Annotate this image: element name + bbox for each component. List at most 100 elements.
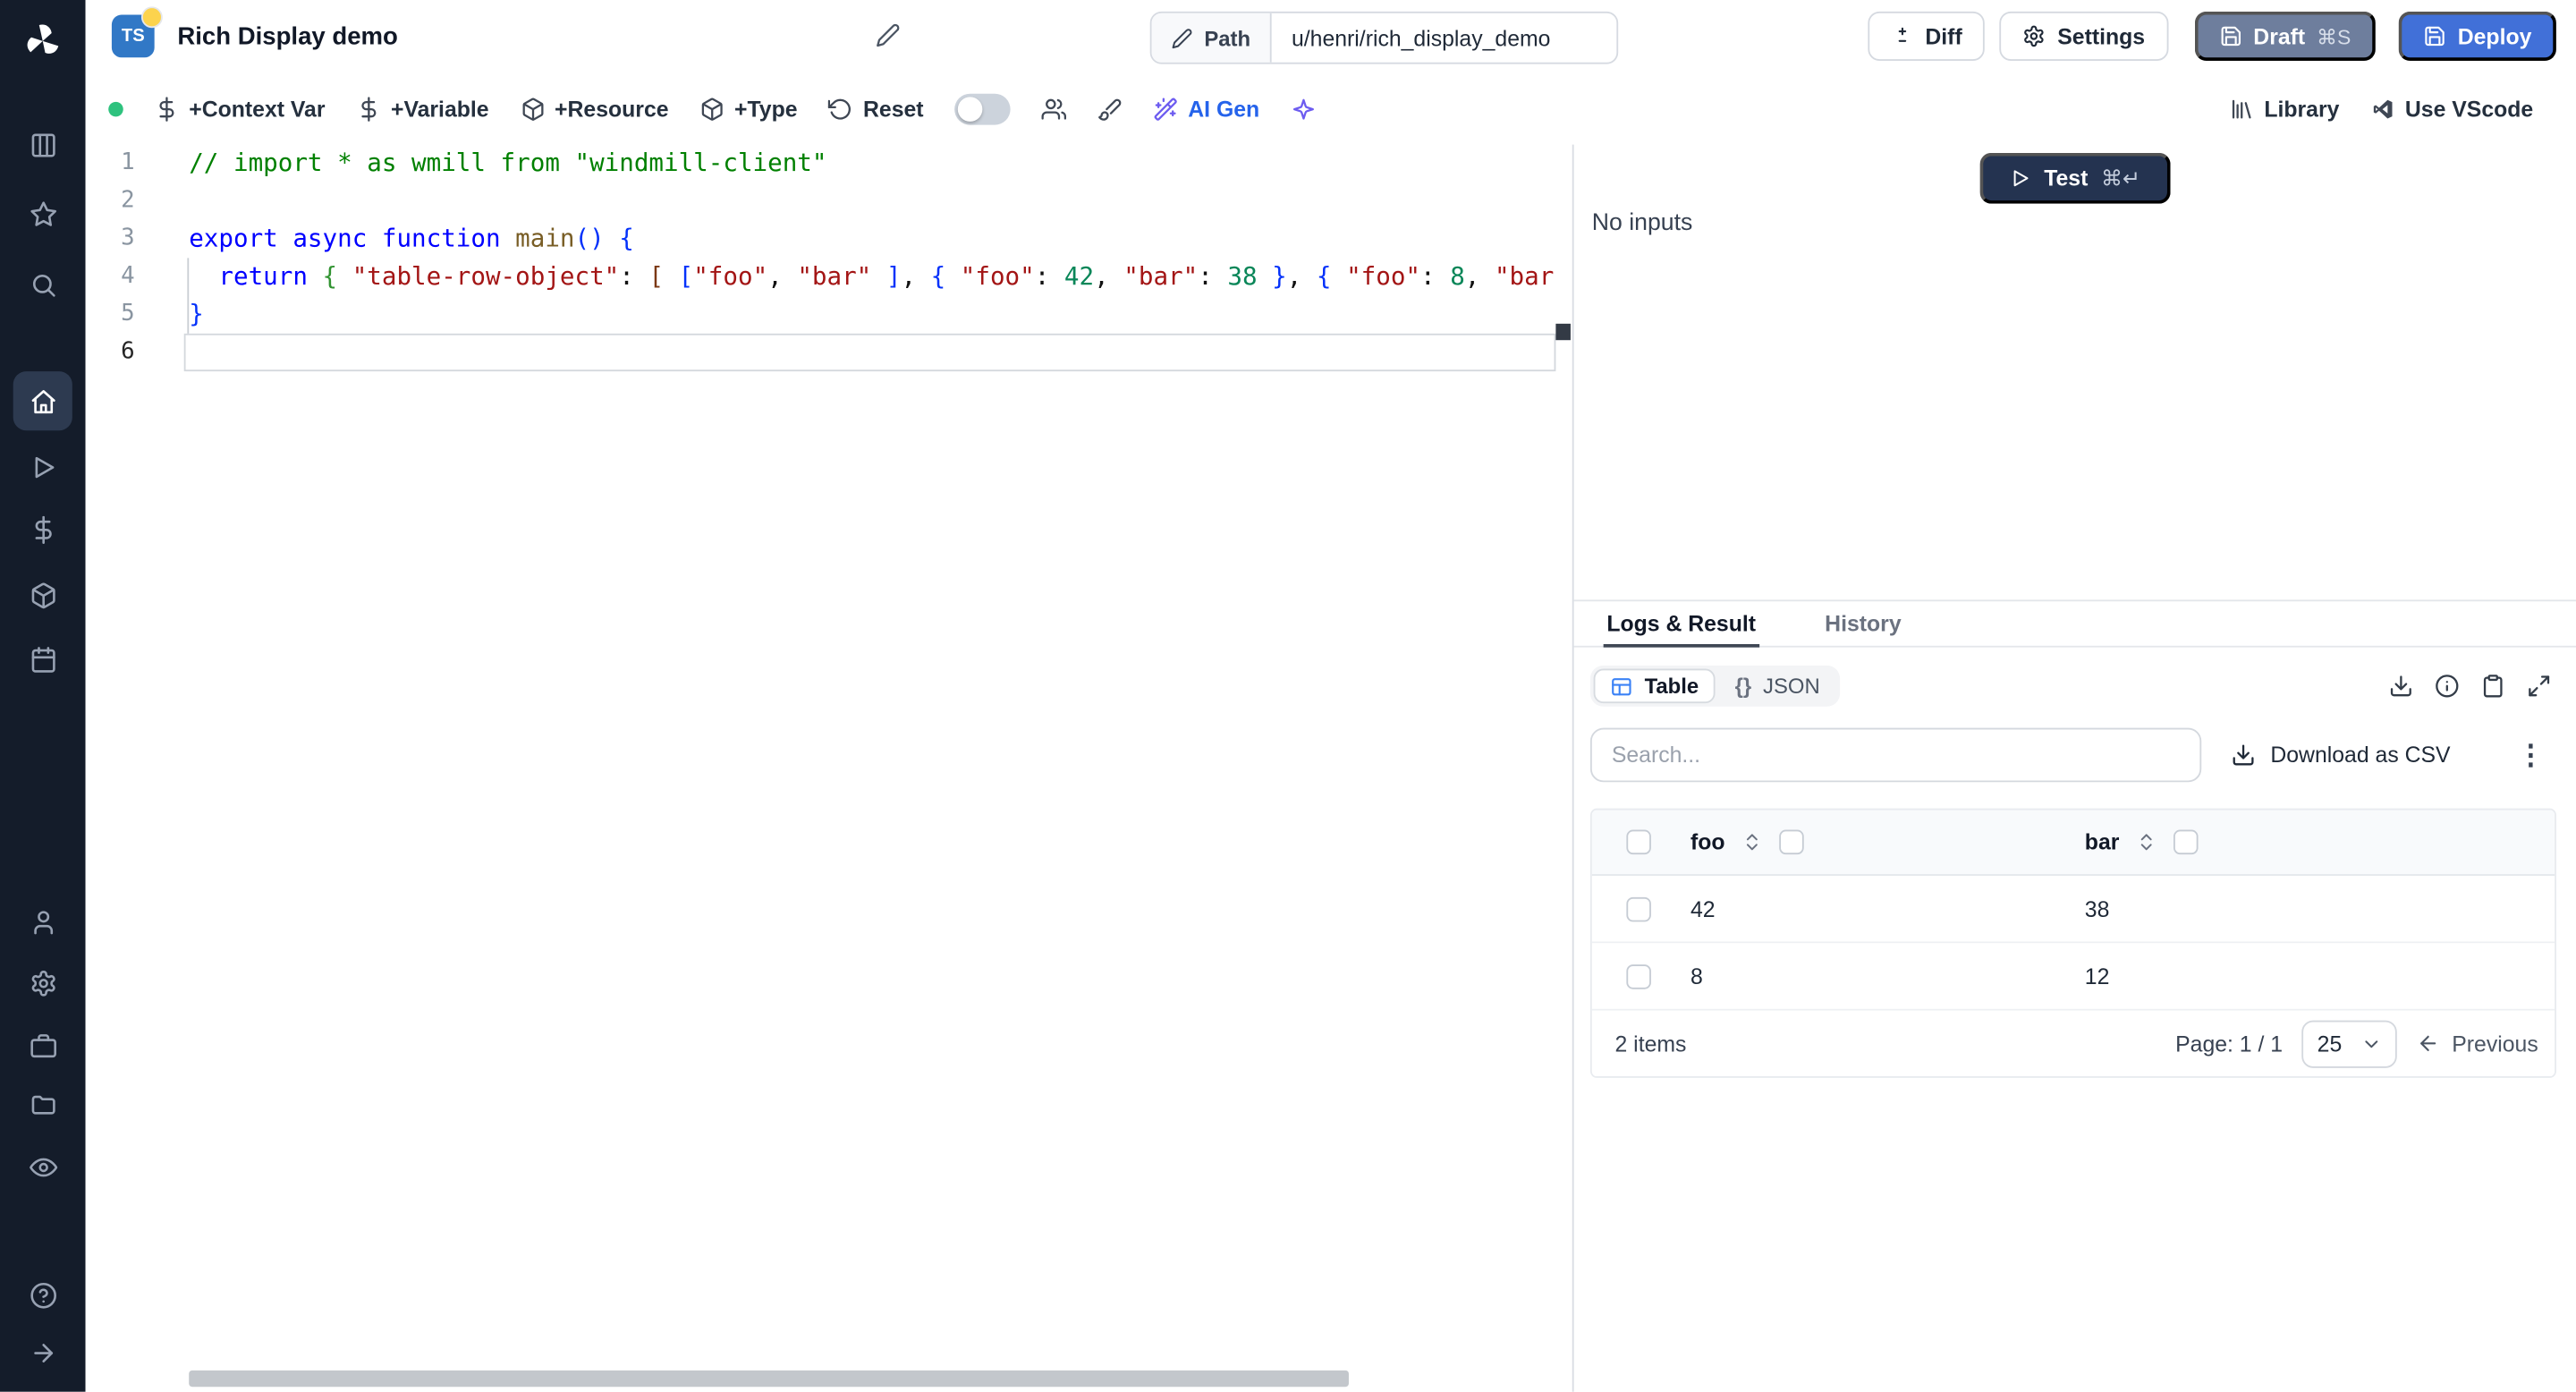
typescript-badge-label: TS — [122, 26, 145, 46]
overview-ruler-marker — [1555, 324, 1571, 340]
view-toggle-table-label: Table — [1645, 674, 1699, 699]
ai-sparkles-button[interactable] — [1291, 96, 1316, 121]
header-cell-foo[interactable]: foo — [1684, 830, 2085, 855]
ai-gen-button[interactable]: AI Gen — [1154, 96, 1259, 121]
sidebar-item-audit-logs[interactable] — [13, 1137, 72, 1196]
search-icon — [29, 270, 56, 298]
tab-history[interactable]: History — [1822, 601, 1905, 646]
code-line[interactable]: 4 return { "table-row-object": [ ["foo",… — [86, 258, 1572, 295]
previous-page-button[interactable]: Previous — [2418, 1031, 2538, 1057]
test-button[interactable]: Test ⌘↵ — [1980, 153, 2170, 204]
braces-icon: {} — [1735, 674, 1752, 699]
search-row: Download as CSV ⋮ — [1590, 728, 2556, 783]
sidebar-item-variables[interactable] — [13, 499, 72, 558]
sidebar-item-users[interactable] — [13, 892, 72, 951]
arrow-left-icon — [2418, 1031, 2441, 1055]
code-text: } — [189, 296, 204, 334]
horizontal-scrollbar[interactable] — [189, 1371, 1349, 1387]
sidebar-item-folders[interactable] — [13, 1074, 72, 1133]
pencil-icon — [1172, 27, 1193, 48]
table-row: 812 — [1592, 943, 2555, 1010]
play-icon — [2010, 167, 2031, 189]
row-checkbox[interactable] — [1625, 896, 1650, 921]
table-header: foo bar — [1592, 811, 2555, 876]
draft-button-label: Draft — [2253, 24, 2305, 49]
code-line[interactable]: 3export async function main() { — [86, 220, 1572, 258]
sidebar-item-help[interactable] — [13, 1265, 72, 1324]
clipboard-copy-icon[interactable] — [2480, 674, 2505, 699]
save-icon — [2423, 25, 2446, 48]
deploy-button[interactable]: Deploy — [2399, 12, 2556, 61]
view-toggle-row: Table {} JSON — [1590, 666, 2556, 707]
column-label-foo: foo — [1690, 830, 1725, 855]
result-tabs: Logs & Result History — [1574, 601, 2576, 647]
tab-logs-result[interactable]: Logs & Result — [1604, 601, 1759, 646]
add-variable-label: +Variable — [391, 96, 489, 121]
arrow-right-icon — [29, 1338, 56, 1366]
package-icon — [520, 96, 545, 121]
code-line[interactable]: 2 — [86, 182, 1572, 220]
path-button[interactable]: Path — [1152, 13, 1272, 63]
sidebar-item-apps[interactable] — [13, 115, 72, 174]
path-value[interactable]: u/henri/rich_display_demo — [1272, 13, 1617, 63]
gear-icon — [2023, 25, 2046, 48]
column-checkbox-bar[interactable] — [2174, 830, 2199, 855]
add-resource-button[interactable]: +Resource — [520, 96, 668, 121]
library-button[interactable]: Library — [2230, 96, 2340, 121]
download-csv-button[interactable]: Download as CSV — [2231, 743, 2450, 768]
sort-icon[interactable] — [1741, 831, 1763, 853]
use-vscode-button[interactable]: Use VScode — [2370, 96, 2533, 121]
reset-button[interactable]: Reset — [828, 96, 923, 121]
sidebar-item-favorites[interactable] — [13, 184, 72, 243]
code-line[interactable]: 1// import * as wmill from "windmill-cli… — [86, 145, 1572, 182]
library-label: Library — [2264, 96, 2339, 121]
download-icon[interactable] — [2389, 674, 2414, 699]
folder-icon — [29, 1091, 56, 1118]
view-toggle-json[interactable]: {} JSON — [1718, 669, 1836, 704]
add-type-button[interactable]: +Type — [699, 96, 797, 121]
search-input[interactable] — [1590, 728, 2201, 783]
code-editor[interactable]: 1// import * as wmill from "windmill-cli… — [86, 145, 1572, 1392]
code-line[interactable]: 6 — [86, 334, 1572, 371]
code-lines: 1// import * as wmill from "windmill-cli… — [86, 145, 1572, 371]
badge-sticker-icon — [141, 6, 163, 28]
windmill-logo-icon[interactable] — [16, 15, 69, 68]
sort-icon[interactable] — [2136, 831, 2157, 853]
multiplayer-toggle[interactable] — [954, 93, 1010, 124]
sidebar-item-resources[interactable] — [13, 565, 72, 624]
page-size-select[interactable]: 25 — [2302, 1020, 2398, 1067]
view-toggle-group: Table {} JSON — [1590, 666, 1840, 707]
sidebar-item-settings[interactable] — [13, 953, 72, 1012]
reset-label: Reset — [863, 96, 924, 121]
diff-icon — [1891, 25, 1914, 48]
view-toggle-table[interactable]: Table — [1594, 669, 1716, 704]
sidebar-item-schedules[interactable] — [13, 629, 72, 688]
edit-summary-button[interactable] — [876, 23, 901, 48]
settings-button-label: Settings — [2057, 24, 2145, 49]
column-checkbox-foo[interactable] — [1779, 830, 1804, 855]
page-indicator: Page: 1 / 1 — [2175, 1031, 2283, 1057]
sidebar-item-search[interactable] — [13, 255, 72, 314]
multiplayer-users-button[interactable] — [1042, 96, 1067, 121]
code-line[interactable]: 5} — [86, 296, 1572, 334]
diff-button[interactable]: Diff — [1868, 12, 1985, 61]
settings-button[interactable]: Settings — [2000, 12, 2168, 61]
expand-icon[interactable] — [2527, 674, 2552, 699]
add-context-var-button[interactable]: +Context Var — [155, 96, 326, 121]
kebab-menu-icon[interactable]: ⋮ — [2517, 741, 2545, 768]
sidebar-item-workers[interactable] — [13, 1015, 72, 1074]
draft-shortcut: ⌘S — [2317, 24, 2351, 49]
sidebar-item-home[interactable] — [13, 371, 72, 430]
sidebar-expand[interactable] — [13, 1323, 72, 1382]
format-code-button[interactable] — [1097, 96, 1123, 121]
sidebar-item-runs[interactable] — [13, 437, 72, 497]
add-variable-button[interactable]: +Variable — [356, 96, 488, 121]
wand-icon — [1154, 96, 1179, 121]
info-icon[interactable] — [2435, 674, 2460, 699]
header-cell-bar[interactable]: bar — [2085, 830, 2555, 855]
add-context-var-label: +Context Var — [189, 96, 325, 121]
row-checkbox[interactable] — [1625, 963, 1650, 989]
right-pane: Test ⌘↵ No inputs Logs & Result History — [1572, 145, 2576, 1392]
draft-button[interactable]: Draft ⌘S — [2194, 12, 2376, 61]
select-all-checkbox[interactable] — [1625, 830, 1650, 855]
